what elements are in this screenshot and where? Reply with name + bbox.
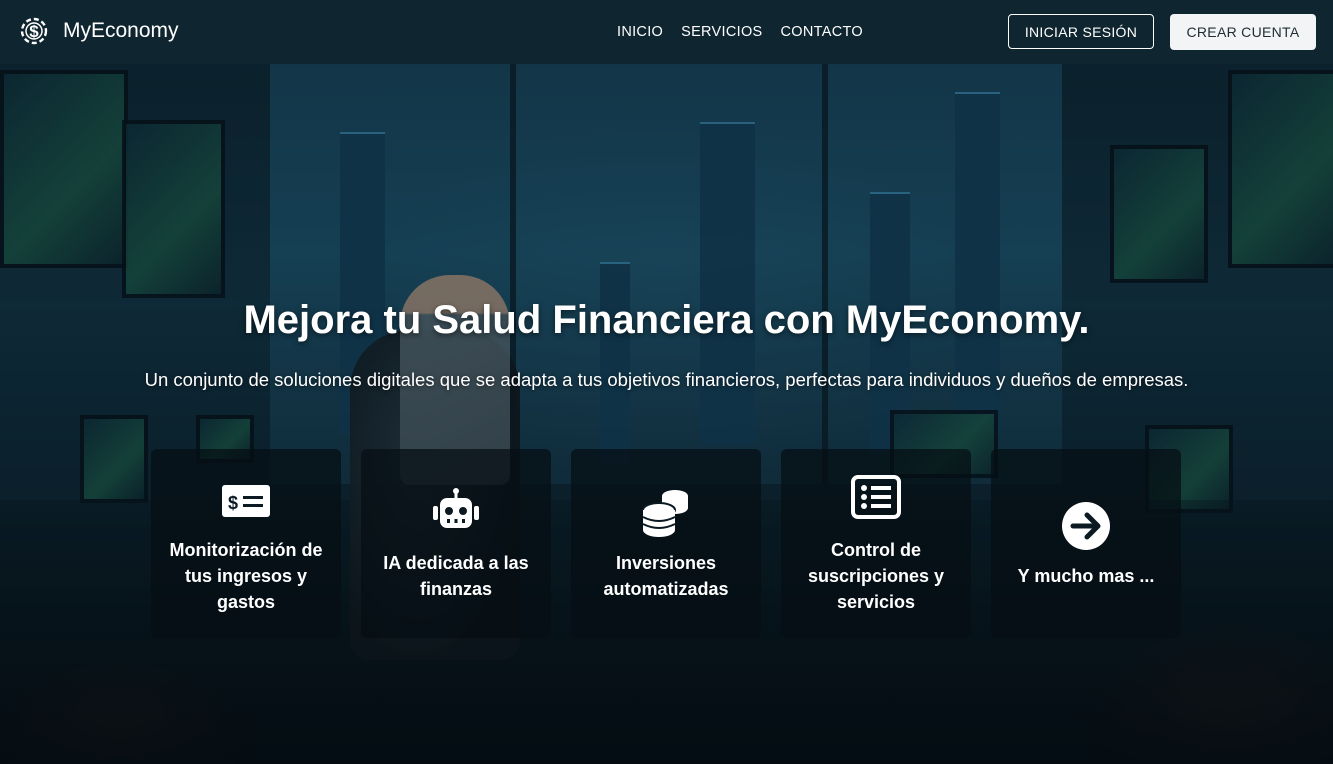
hero-subtitle: Un conjunto de soluciones digitales que … <box>144 369 1189 390</box>
nav-link-contacto[interactable]: CONTACTO <box>781 24 863 40</box>
login-button[interactable]: INICIAR SESIÓN <box>1008 14 1154 49</box>
feature-label: Inversiones automatizadas <box>603 552 729 599</box>
list-icon <box>849 473 903 527</box>
feature-card-subscriptions[interactable]: Control de suscripciones y servicios <box>781 449 971 638</box>
svg-text:$: $ <box>29 22 39 41</box>
signup-button[interactable]: CREAR CUENTA <box>1170 14 1316 50</box>
main-menu: INICIO SERVICIOS CONTACTO <box>617 24 863 40</box>
feature-cards: $ Monitorización de tus ingresos y gasto… <box>151 449 1181 638</box>
nav-link-inicio[interactable]: INICIO <box>617 24 663 40</box>
feature-card-monitoring[interactable]: $ Monitorización de tus ingresos y gasto… <box>151 449 341 638</box>
navbar: $ MyEconomy INICIO SERVICIOS CONTACTO IN… <box>0 0 1333 64</box>
feature-label: Y mucho mas ... <box>1017 565 1155 586</box>
brand-name: MyEconomy <box>63 19 179 42</box>
feature-label: Monitorización de tus ingresos y gastos <box>169 539 323 612</box>
robot-icon <box>429 486 483 540</box>
brand-logo-link[interactable]: $ MyEconomy <box>18 14 179 48</box>
nav-link-servicios[interactable]: SERVICIOS <box>681 24 762 40</box>
arrow-right-circle-icon <box>1059 499 1113 553</box>
svg-text:$: $ <box>228 493 238 513</box>
feature-card-ai[interactable]: IA dedicada a las finanzas <box>361 449 551 638</box>
feature-card-more[interactable]: Y mucho mas ... <box>991 449 1181 638</box>
feature-label: IA dedicada a las finanzas <box>383 552 529 599</box>
feature-card-investments[interactable]: Inversiones automatizadas <box>571 449 761 638</box>
money-bill-icon: $ <box>219 473 273 527</box>
feature-label: Control de suscripciones y servicios <box>807 539 945 612</box>
coins-icon <box>639 486 693 540</box>
dollar-gear-icon: $ <box>18 14 50 48</box>
hero-title: Mejora tu Salud Financiera con MyEconomy… <box>243 298 1090 342</box>
